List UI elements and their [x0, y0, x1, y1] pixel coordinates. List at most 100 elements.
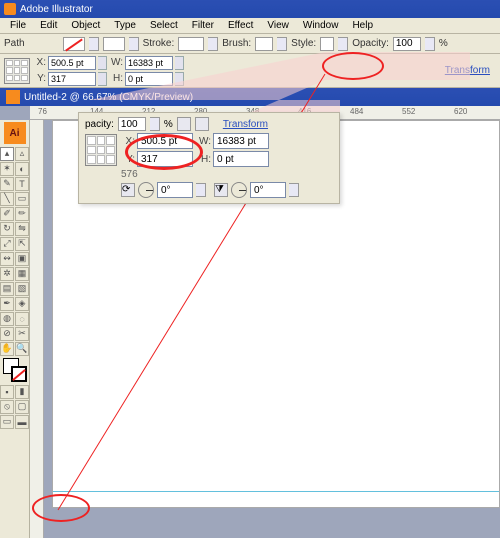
pencil-tool[interactable]: ✏: [15, 207, 29, 221]
menu-filter[interactable]: Filter: [186, 19, 220, 32]
x-spin[interactable]: [98, 56, 107, 70]
stroke-dd[interactable]: [129, 37, 139, 51]
toolbox: Ai ▴▵ ✶◐ ✎T ╲▭ ✐✏ ↻⇋ ⤢⇱ ↭▣ ✲▦ ▤▧ ✒◈ ◍◌ ⊘…: [0, 120, 30, 538]
gradient-tool[interactable]: ▧: [15, 282, 29, 296]
shear-icon: ⧩: [214, 183, 228, 197]
w-spin[interactable]: [175, 56, 184, 70]
mesh-tool[interactable]: ▤: [0, 282, 14, 296]
hand-tool[interactable]: ✋: [0, 342, 14, 356]
zoom-x-field[interactable]: [137, 133, 193, 149]
zoom-callout-panel: pacity: 100 % Transform X: Y: W: H: 576 …: [78, 112, 340, 204]
type-tool[interactable]: T: [15, 177, 29, 191]
fill-swatch[interactable]: [63, 37, 85, 51]
w-field[interactable]: [125, 56, 173, 70]
zoom-tiny-2[interactable]: [195, 117, 209, 131]
menu-type[interactable]: Type: [108, 19, 142, 32]
menu-view[interactable]: View: [261, 19, 295, 32]
fill-dd[interactable]: [89, 37, 99, 51]
warp-tool[interactable]: ↭: [0, 252, 14, 266]
pen-tool[interactable]: ✎: [0, 177, 14, 191]
rectangle-tool[interactable]: ▭: [15, 192, 29, 206]
live-paint-select-tool[interactable]: ◌: [15, 312, 29, 326]
zoom-tiny-1[interactable]: [177, 117, 191, 131]
zoom-reference-point[interactable]: [85, 134, 117, 166]
menu-effect[interactable]: Effect: [222, 19, 259, 32]
symbol-sprayer-tool[interactable]: ✲: [0, 267, 14, 281]
zoom-w-field[interactable]: [213, 133, 269, 149]
none-mode[interactable]: ⦸: [0, 400, 14, 414]
color-mode[interactable]: ▪: [0, 385, 14, 399]
rotate-tool[interactable]: ↻: [0, 222, 14, 236]
transform-bar: X: Y: W: H: Transform: [0, 54, 500, 88]
y-field[interactable]: [48, 72, 96, 86]
title-bar: Adobe Illustrator: [0, 0, 500, 18]
screen-mode[interactable]: ▢: [15, 400, 29, 414]
stroke-weight-dd[interactable]: [208, 37, 218, 51]
brush-dd[interactable]: [277, 37, 287, 51]
h-label: H:: [111, 73, 123, 84]
app-title: Adobe Illustrator: [20, 4, 93, 15]
zoom-y-field[interactable]: [137, 151, 193, 167]
live-paint-tool[interactable]: ◍: [0, 312, 14, 326]
scale-tool[interactable]: ⤢: [0, 237, 14, 251]
menu-edit[interactable]: Edit: [34, 19, 63, 32]
shear-tool[interactable]: ⇱: [15, 237, 29, 251]
selection-tool[interactable]: ▴: [0, 147, 14, 161]
paintbrush-tool[interactable]: ✐: [0, 207, 14, 221]
horizontal-guide[interactable]: [53, 491, 499, 492]
lasso-tool[interactable]: ◐: [15, 162, 29, 176]
menu-file[interactable]: File: [4, 19, 32, 32]
style-field[interactable]: [320, 37, 334, 51]
zoom-y-label: Y:: [123, 154, 135, 165]
style-label: Style:: [291, 38, 316, 49]
screen-normal[interactable]: ▭: [0, 415, 14, 429]
menu-help[interactable]: Help: [346, 19, 379, 32]
reference-point[interactable]: [4, 58, 30, 84]
zoom-tool[interactable]: 🔍: [15, 342, 29, 356]
transform-link[interactable]: Transform: [445, 65, 490, 76]
opacity-field[interactable]: 100: [393, 37, 421, 51]
blend-tool[interactable]: ◈: [15, 297, 29, 311]
selection-type: Path: [4, 38, 25, 49]
rotate-dial[interactable]: [138, 182, 154, 198]
rotate-icon: ⟳: [121, 183, 135, 197]
zoom-h-field[interactable]: [213, 151, 269, 167]
stroke-swatch[interactable]: [103, 37, 125, 51]
slice-tool[interactable]: ⊘: [0, 327, 14, 341]
graph-tool[interactable]: ▦: [15, 267, 29, 281]
x-label: X:: [34, 57, 46, 68]
reflect-tool[interactable]: ⇋: [15, 222, 29, 236]
direct-selection-tool[interactable]: ▵: [15, 147, 29, 161]
gradient-mode[interactable]: ▮: [15, 385, 29, 399]
opacity-dd[interactable]: [425, 37, 435, 51]
zoom-transform-link[interactable]: Transform: [223, 119, 268, 130]
line-tool[interactable]: ╲: [0, 192, 14, 206]
style-dd[interactable]: [338, 37, 348, 51]
magic-wand-tool[interactable]: ✶: [0, 162, 14, 176]
free-transform-tool[interactable]: ▣: [15, 252, 29, 266]
zoom-opacity-label: pacity:: [85, 119, 114, 130]
x-field[interactable]: [48, 56, 96, 70]
screen-full[interactable]: ▬: [15, 415, 29, 429]
menu-window[interactable]: Window: [297, 19, 345, 32]
shear-dial[interactable]: [231, 182, 247, 198]
shear-field[interactable]: [250, 182, 286, 198]
scissors-tool[interactable]: ✂: [15, 327, 29, 341]
ai-logo-icon: Ai: [4, 122, 26, 144]
stroke-weight[interactable]: [178, 37, 204, 51]
h-field[interactable]: [125, 72, 173, 86]
shear-dd[interactable]: [289, 183, 299, 197]
rotate-dd[interactable]: [196, 183, 206, 197]
rotate-field[interactable]: [157, 182, 193, 198]
menu-object[interactable]: Object: [65, 19, 106, 32]
brush-field[interactable]: [255, 37, 273, 51]
zoom-opacity-dd[interactable]: [150, 117, 160, 131]
fill-stroke-icon[interactable]: [3, 358, 27, 382]
y-spin[interactable]: [98, 72, 107, 86]
eyedropper-tool[interactable]: ✒: [0, 297, 14, 311]
h-spin[interactable]: [175, 72, 184, 86]
zoom-opacity-field[interactable]: 100: [118, 117, 146, 131]
app-icon: [4, 3, 16, 15]
vertical-ruler[interactable]: [30, 120, 44, 538]
menu-select[interactable]: Select: [144, 19, 184, 32]
